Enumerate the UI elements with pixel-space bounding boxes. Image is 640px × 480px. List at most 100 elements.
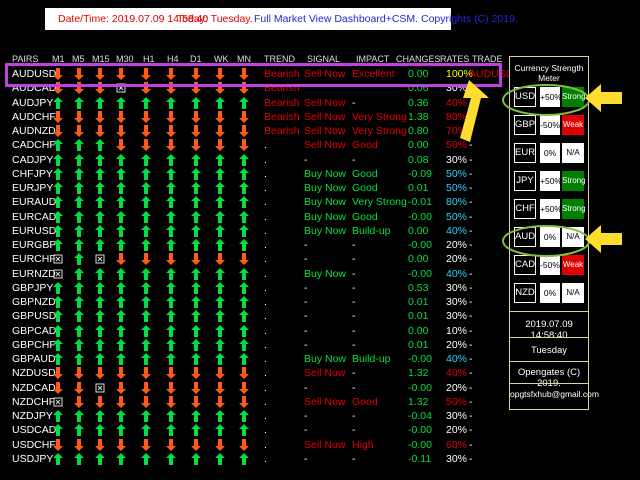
pair-name[interactable]: USDCHF [12, 438, 56, 452]
trade-cell[interactable]: - [469, 138, 473, 152]
arrow-up-icon [73, 167, 85, 181]
table-row[interactable]: GBPCHF. - -0.01 20% - [0, 338, 510, 352]
pair-name[interactable]: AUDCHF [12, 110, 56, 124]
pair-name[interactable]: GBPNZD [12, 295, 56, 309]
trade-cell[interactable]: - [469, 395, 473, 409]
pair-name[interactable]: CADCHF [12, 138, 56, 152]
trade-cell[interactable]: - [469, 110, 473, 124]
pair-name[interactable]: NZDCAD [12, 381, 56, 395]
table-row[interactable]: EURGBP. - - -0.00 20% - [0, 238, 510, 252]
arrow-down-icon [238, 252, 250, 266]
table-row[interactable]: CHFJPY. Buy Now Good -0.09 50% - [0, 167, 510, 181]
pair-name[interactable]: EURNZD [12, 267, 56, 281]
table-row[interactable]: GBPUSD. - -0.01 30% - [0, 309, 510, 323]
arrow-up-icon [73, 181, 85, 195]
arrow-up-icon [190, 409, 202, 423]
arrow-down-icon [165, 110, 177, 124]
table-row[interactable]: AUDNZD Bearish Sell Now Very Strong 0.80 70% - [0, 124, 510, 138]
trade-cell[interactable]: - [469, 409, 473, 423]
arrow-up-icon [165, 409, 177, 423]
trade-cell[interactable]: - [469, 167, 473, 181]
pair-name[interactable]: EURCHF [12, 252, 56, 266]
trade-cell[interactable]: - [469, 252, 473, 266]
impact-cell: Very Strong [352, 110, 407, 123]
pair-name[interactable]: EURCAD [12, 210, 56, 224]
table-row[interactable]: GBPNZD. - -0.01 30% - [0, 295, 510, 309]
trade-cell[interactable]: - [469, 281, 473, 295]
table-row[interactable]: CADJPY. - -0.08 30% - [0, 153, 510, 167]
pair-name[interactable]: EURAUD [12, 195, 56, 209]
change-cell: 0.01 [408, 338, 429, 351]
trade-cell[interactable]: - [469, 309, 473, 323]
table-row[interactable]: EURUSD. Buy Now Build-up 0.00 40% - [0, 224, 510, 238]
pair-name[interactable]: EURJPY [12, 181, 53, 195]
pair-name[interactable]: AUDNZD [12, 124, 56, 138]
pair-name[interactable]: GBPJPY [12, 281, 53, 295]
pair-name[interactable]: GBPCAD [12, 324, 56, 338]
pair-name[interactable]: USDCAD [12, 423, 56, 437]
table-row[interactable]: USDJPY. - - -0.11 30% - [0, 452, 510, 466]
table-row[interactable]: NZDUSD. Sell Now -1.32 40% - [0, 366, 510, 380]
trade-cell[interactable]: - [469, 224, 473, 238]
arrow-up-icon [165, 238, 177, 252]
arrow-down-icon [94, 110, 106, 124]
trade-cell[interactable]: - [469, 295, 473, 309]
table-row[interactable]: AUDCHF Bearish Sell Now Very Strong 1.38 80% - [0, 110, 510, 124]
table-row[interactable]: GBPJPY. - -0.53 30% - [0, 281, 510, 295]
pair-name[interactable]: EURUSD [12, 224, 56, 238]
table-row[interactable]: AUDJPY Bearish Sell Now -0.36 40% - [0, 96, 510, 110]
arrow-up-icon [52, 281, 64, 295]
trade-cell[interactable]: - [469, 210, 473, 224]
trade-cell[interactable]: - [469, 423, 473, 437]
trade-cell[interactable]: - [469, 338, 473, 352]
trade-cell[interactable]: - [469, 352, 473, 366]
table-row[interactable]: GBPCAD. - -0.00 10% - [0, 324, 510, 338]
rate-cell: 70% [446, 125, 468, 137]
trade-cell[interactable]: - [469, 124, 473, 138]
arrow-up-icon [140, 96, 152, 110]
arrow-up-icon [73, 138, 85, 152]
table-row[interactable]: EURJPY. Buy Now Good 0.01 50% - [0, 181, 510, 195]
table-row[interactable]: EURAUD. Buy Now Very Strong -0.01 80% - [0, 195, 510, 209]
pair-name[interactable]: USDJPY [12, 452, 53, 466]
table-row[interactable]: EURNZD. Buy Now - -0.00 40% - [0, 267, 510, 281]
table-row[interactable]: NZDJPY. - - -0.04 30% - [0, 409, 510, 423]
currency-code: GBP [514, 115, 536, 135]
signal-cell: Buy Now [304, 224, 347, 237]
trade-cell[interactable]: - [469, 438, 473, 452]
pair-name[interactable]: NZDJPY [12, 409, 53, 423]
trade-cell[interactable]: - [469, 238, 473, 252]
table-row[interactable]: USDCAD. - - -0.00 20% - [0, 423, 510, 437]
table-row[interactable]: GBPAUD. Buy Now Build-up -0.00 40% - [0, 352, 510, 366]
table-row[interactable]: EURCAD. Buy Now Good -0.00 50% - [0, 210, 510, 224]
table-row[interactable]: NZDCHF. Sell Now Good 1.32 50% - [0, 395, 510, 409]
trade-cell[interactable]: - [469, 181, 473, 195]
trade-cell[interactable]: - [469, 153, 473, 167]
trade-cell[interactable]: - [469, 324, 473, 338]
trade-cell[interactable]: - [469, 452, 473, 466]
pair-name[interactable]: AUDJPY [12, 96, 53, 110]
arrow-up-icon [238, 452, 250, 466]
arrow-up-icon [238, 238, 250, 252]
table-row[interactable]: CADCHF. Sell Now Good 0.00 50% - [0, 138, 510, 152]
table-row[interactable]: EURCHF. - -0.00 20% - [0, 252, 510, 266]
trade-cell[interactable]: - [469, 195, 473, 209]
table-row[interactable]: USDCHF. Sell Now High -0.00 60% - [0, 438, 510, 452]
pair-name[interactable]: NZDUSD [12, 366, 56, 380]
pair-name[interactable]: GBPUSD [12, 309, 56, 323]
table-row[interactable]: NZDCAD. - - -0.00 20% - [0, 381, 510, 395]
arrow-up-icon [52, 295, 64, 309]
trade-cell[interactable]: - [469, 366, 473, 380]
trade-cell[interactable]: - [469, 381, 473, 395]
pair-name[interactable]: GBPCHF [12, 338, 56, 352]
pair-name[interactable]: CHFJPY [12, 167, 53, 181]
pair-name[interactable]: GBPAUD [12, 352, 56, 366]
trade-cell[interactable]: - [469, 267, 473, 281]
arrow-down-icon [140, 252, 152, 266]
pair-name[interactable]: EURGBP [12, 238, 56, 252]
arrow-up-icon [214, 167, 226, 181]
pair-name[interactable]: NZDCHF [12, 395, 55, 409]
pair-name[interactable]: CADJPY [12, 153, 53, 167]
arrow-up-icon [214, 281, 226, 295]
trade-cell[interactable]: - [469, 96, 473, 110]
